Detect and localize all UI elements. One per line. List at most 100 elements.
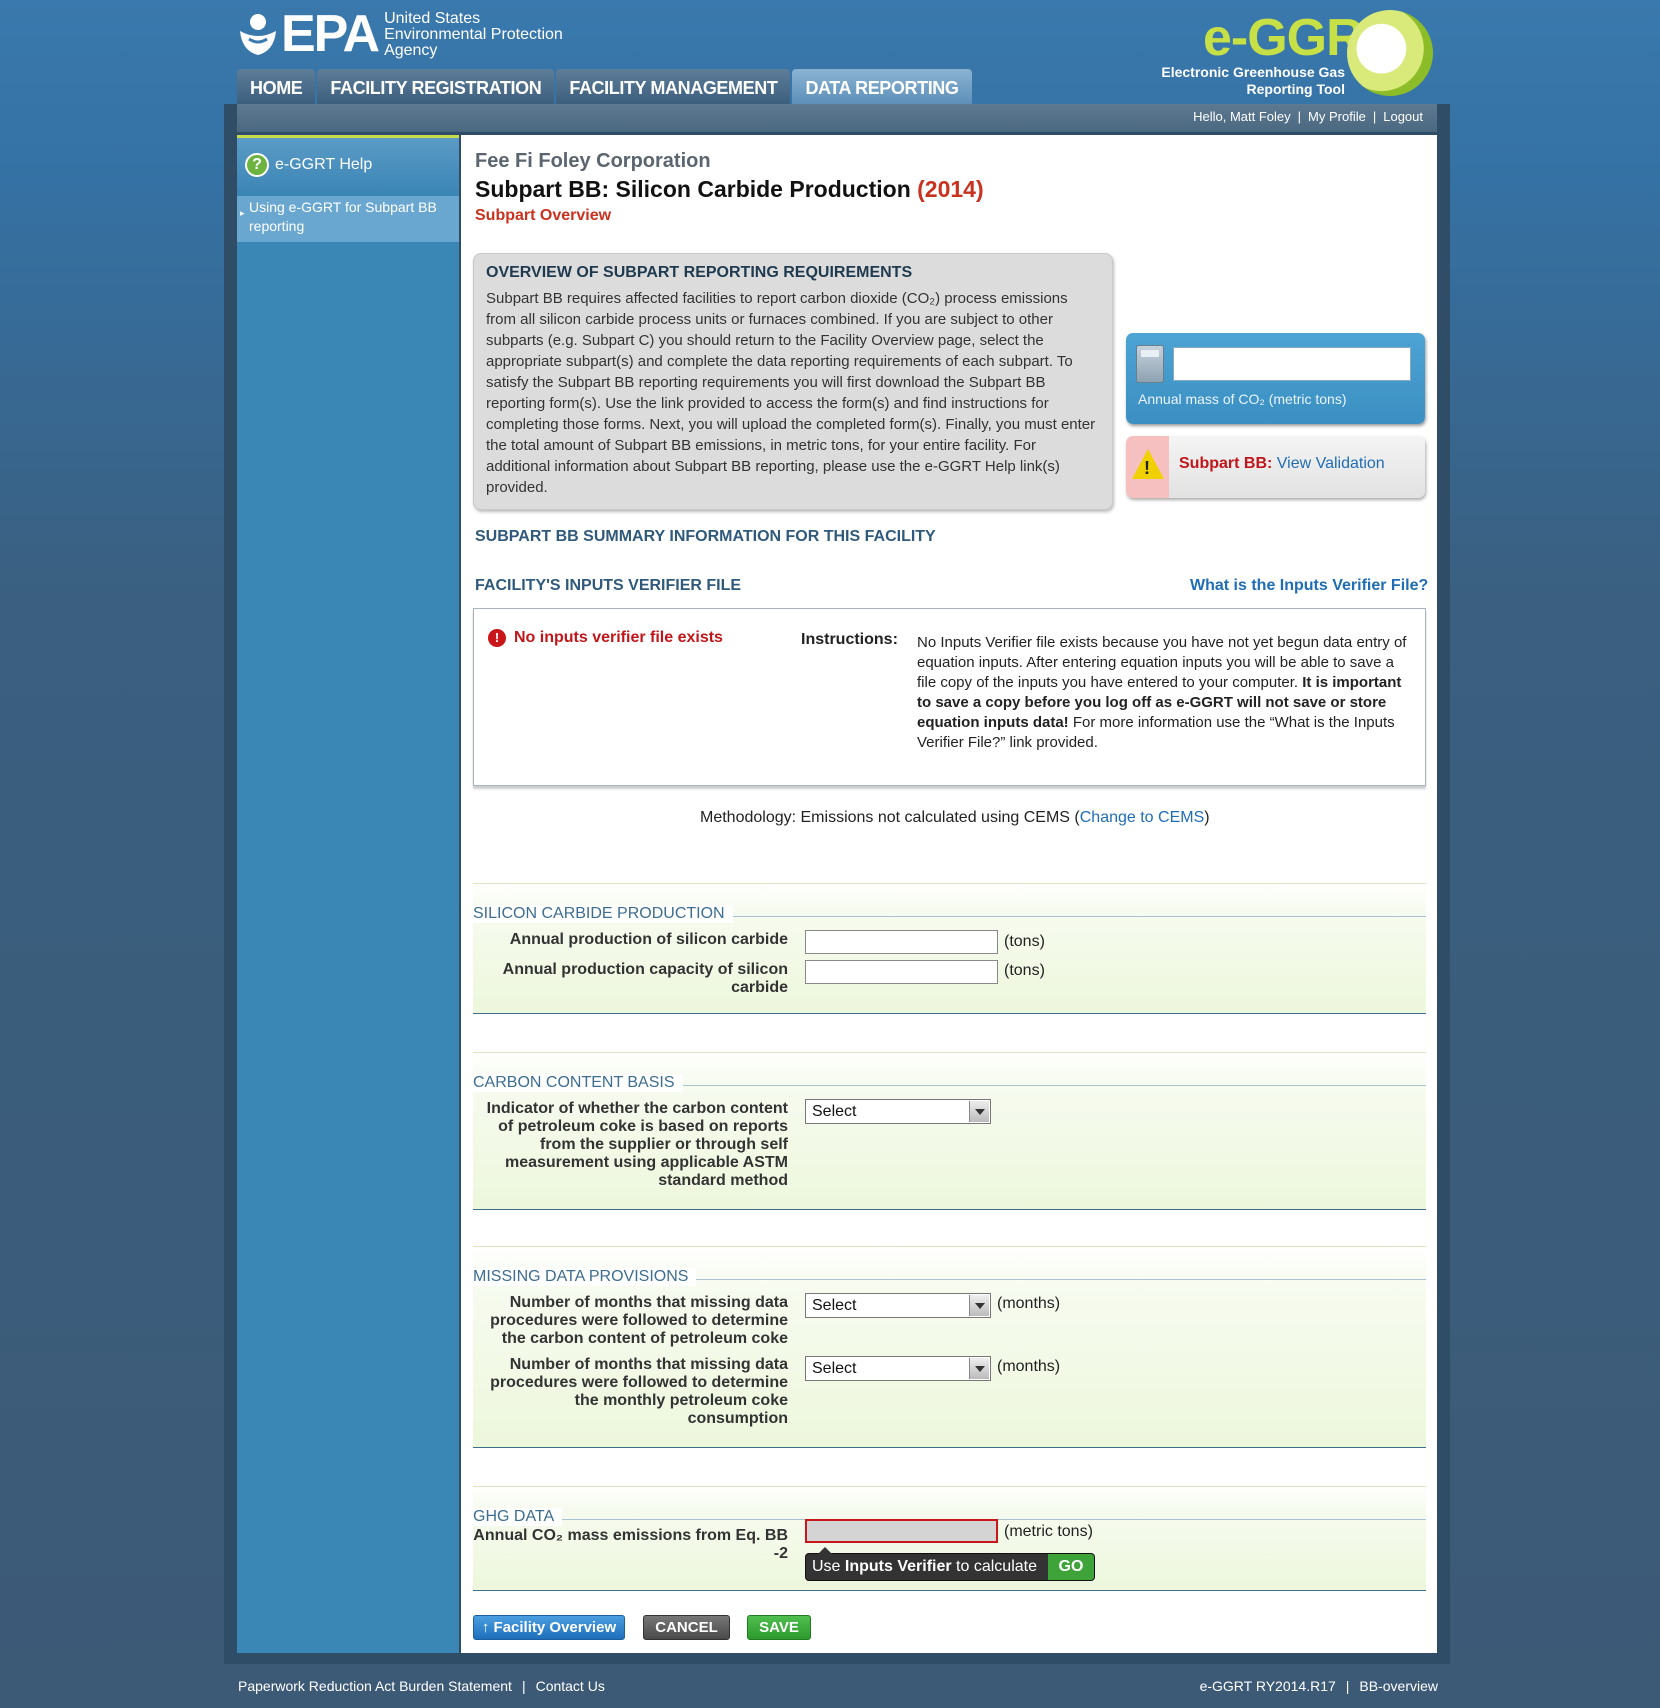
annual-co2-total-field <box>1173 347 1411 381</box>
eggrt-logo[interactable]: e-GGRT Electronic Greenhouse Gas Reporti… <box>1155 6 1435 101</box>
validation-label: Subpart BB: <box>1179 455 1273 472</box>
help-sidebar: ? e-GGRT Help ▸ Using e-GGRT for Subpart… <box>237 135 459 1653</box>
select-value: Select <box>812 1103 857 1120</box>
section-title: SILICON CARBIDE PRODUCTION <box>473 905 733 923</box>
section-ghg-data: GHG DATA Annual CO₂ mass emissions from … <box>473 1486 1426 1591</box>
coke-consumption-months-unit: (months) <box>997 1358 1061 1375</box>
overview-body: Subpart BB requires affected facilities … <box>486 290 1096 496</box>
overview-box: OVERVIEW OF SUBPART REPORTING REQUIREMEN… <box>473 253 1113 510</box>
methodology-line: Methodology: Emissions not calculated us… <box>700 809 1210 827</box>
section-divider <box>473 1246 1426 1247</box>
methodology-suffix: ) <box>1204 809 1210 826</box>
validation-warning-strip: ! <box>1126 436 1169 498</box>
verifier-text-prefix: Use <box>812 1558 845 1575</box>
carbon-content-months-label: Number of months that missing data proce… <box>490 1294 788 1347</box>
cancel-button[interactable]: CANCEL <box>643 1615 730 1640</box>
sidebar-help-header: ? e-GGRT Help <box>237 135 459 193</box>
heron-logo-icon <box>1347 10 1433 96</box>
error-icon: ! <box>488 629 506 647</box>
page-title-text: Subpart BB: Silicon Carbide Production <box>475 176 911 202</box>
inputs-verifier-error: No inputs verifier file exists <box>514 629 723 646</box>
section-divider <box>473 1052 1426 1053</box>
chevron-down-icon[interactable] <box>969 1358 989 1379</box>
tab-facility-registration[interactable]: FACILITY REGISTRATION <box>317 69 555 104</box>
burden-statement-link[interactable]: Paperwork Reduction Act Burden Statement <box>238 1678 512 1694</box>
footer-right-info: e-GGRT RY2014.R17 | BB-overview <box>1200 1678 1438 1694</box>
production-capacity-label: Annual production capacity of silicon ca… <box>502 961 788 996</box>
overview-heading: OVERVIEW OF SUBPART REPORTING REQUIREMEN… <box>486 264 913 281</box>
use-inputs-verifier-button[interactable]: Use Inputs Verifier to calculate GO <box>805 1547 1095 1581</box>
verifier-text-bold: Inputs Verifier <box>844 1558 952 1575</box>
annual-co2-emissions-unit: (metric tons) <box>1004 1523 1093 1540</box>
section-divider <box>473 1486 1426 1487</box>
site-header: EPA United States Environmental Protecti… <box>0 0 1660 105</box>
summary-heading: SUBPART BB SUMMARY INFORMATION FOR THIS … <box>475 528 936 545</box>
annual-co2-emissions-field <box>805 1519 998 1543</box>
production-capacity-input[interactable] <box>805 960 998 984</box>
page-subtitle: Subpart Overview <box>475 207 612 224</box>
emissions-calculator-box: Annual mass of CO₂ (metric tons) <box>1126 333 1425 424</box>
footer-left-links: Paperwork Reduction Act Burden Statement… <box>238 1678 605 1694</box>
validation-text: Subpart BB: View Validation <box>1179 455 1385 473</box>
facility-overview-label: Facility Overview <box>493 1619 617 1636</box>
user-links: Hello, Matt Foley | My Profile | Logout <box>1193 109 1423 124</box>
go-button[interactable]: GO <box>1048 1554 1094 1580</box>
logo-subtitle-line-1: Electronic Greenhouse Gas <box>1161 64 1345 80</box>
arrow-up-icon: ↑ <box>481 1619 490 1636</box>
carbon-content-indicator-select[interactable]: Select <box>805 1099 991 1124</box>
user-link-separator: | <box>1297 109 1302 124</box>
carbon-content-indicator-label: Indicator of whether the carbon content … <box>486 1100 788 1189</box>
inputs-verifier-heading: FACILITY'S INPUTS VERIFIER FILE <box>475 577 742 594</box>
coke-consumption-months-select[interactable]: Select <box>805 1356 991 1381</box>
annual-co2-total-label: Annual mass of CO₂ (metric tons) <box>1138 391 1347 407</box>
epa-logo[interactable]: EPA United States Environmental Protecti… <box>237 6 563 62</box>
reporting-year: (2014) <box>917 176 984 202</box>
chevron-down-icon[interactable] <box>969 1295 989 1316</box>
carbon-content-months-select[interactable]: Select <box>805 1293 991 1318</box>
epa-wordmark: EPA <box>281 5 380 63</box>
validation-box: ! Subpart BB: View Validation <box>1126 436 1425 498</box>
logo-subtitle-line-2: Reporting Tool <box>1246 81 1346 97</box>
page-title: Subpart BB: Silicon Carbide Production (… <box>475 176 984 203</box>
user-bar: Hello, Matt Foley | My Profile | Logout <box>237 104 1437 132</box>
view-validation-link[interactable]: View Validation <box>1277 455 1385 472</box>
annual-production-input[interactable] <box>805 930 998 954</box>
tab-home[interactable]: HOME <box>237 69 316 104</box>
save-button[interactable]: SAVE <box>747 1615 811 1640</box>
section-title: GHG DATA <box>473 1508 563 1526</box>
contact-us-link[interactable]: Contact Us <box>536 1678 605 1694</box>
verifier-text-suffix: to calculate <box>951 1558 1037 1575</box>
footer-separator: | <box>521 1678 526 1694</box>
logout-link[interactable]: Logout <box>1383 109 1423 124</box>
company-name: Fee Fi Foley Corporation <box>475 150 711 172</box>
help-question-icon: ? <box>245 153 269 177</box>
page-footer: Paperwork Reduction Act Burden Statement… <box>0 1665 1660 1708</box>
calculator-icon <box>1136 345 1164 383</box>
section-missing-data-provisions: MISSING DATA PROVISIONS Number of months… <box>473 1246 1426 1448</box>
tooltip-pointer <box>818 1547 832 1554</box>
my-profile-link[interactable]: My Profile <box>1308 109 1366 124</box>
app-version: e-GGRT RY2014.R17 <box>1199 1678 1336 1694</box>
inputs-verifier-box: ! No inputs verifier file exists Instruc… <box>473 608 1426 786</box>
user-link-separator: | <box>1372 109 1377 124</box>
facility-overview-button[interactable]: ↑ Facility Overview <box>473 1615 625 1640</box>
epa-agency-name: United States Environmental Protection A… <box>384 11 563 59</box>
chevron-down-icon[interactable] <box>969 1101 989 1122</box>
section-silicon-carbide-production: SILICON CARBIDE PRODUCTION Annual produc… <box>473 883 1426 1014</box>
sidebar-help-link-text: Using e-GGRT for Subpart BB reporting <box>249 199 437 234</box>
annual-production-label: Annual production of silicon carbide <box>509 931 788 948</box>
eggrt-logo-subtitle: Electronic Greenhouse Gas Reporting Tool <box>1155 64 1345 98</box>
epa-flower-icon <box>240 14 276 55</box>
section-carbon-content-basis: CARBON CONTENT BASIS Indicator of whethe… <box>473 1052 1426 1210</box>
annual-co2-emissions-label: Annual CO₂ mass emissions from Eq. BB -2 <box>473 1527 788 1562</box>
sidebar-help-title: e-GGRT Help <box>275 156 373 173</box>
tab-data-reporting[interactable]: DATA REPORTING <box>792 69 972 104</box>
instructions-label: Instructions: <box>801 631 898 648</box>
warning-exclamation: ! <box>1144 458 1150 478</box>
change-to-cems-link[interactable]: Change to CEMS <box>1080 809 1205 826</box>
sidebar-help-link[interactable]: ▸ Using e-GGRT for Subpart BB reporting <box>237 196 459 242</box>
inputs-verifier-help-link[interactable]: What is the Inputs Verifier File? <box>1190 577 1428 595</box>
instructions-text: No Inputs Verifier file exists because y… <box>917 633 1407 753</box>
methodology-text: Methodology: Emissions not calculated us… <box>700 809 1080 826</box>
tab-facility-management[interactable]: FACILITY MANAGEMENT <box>556 69 791 104</box>
